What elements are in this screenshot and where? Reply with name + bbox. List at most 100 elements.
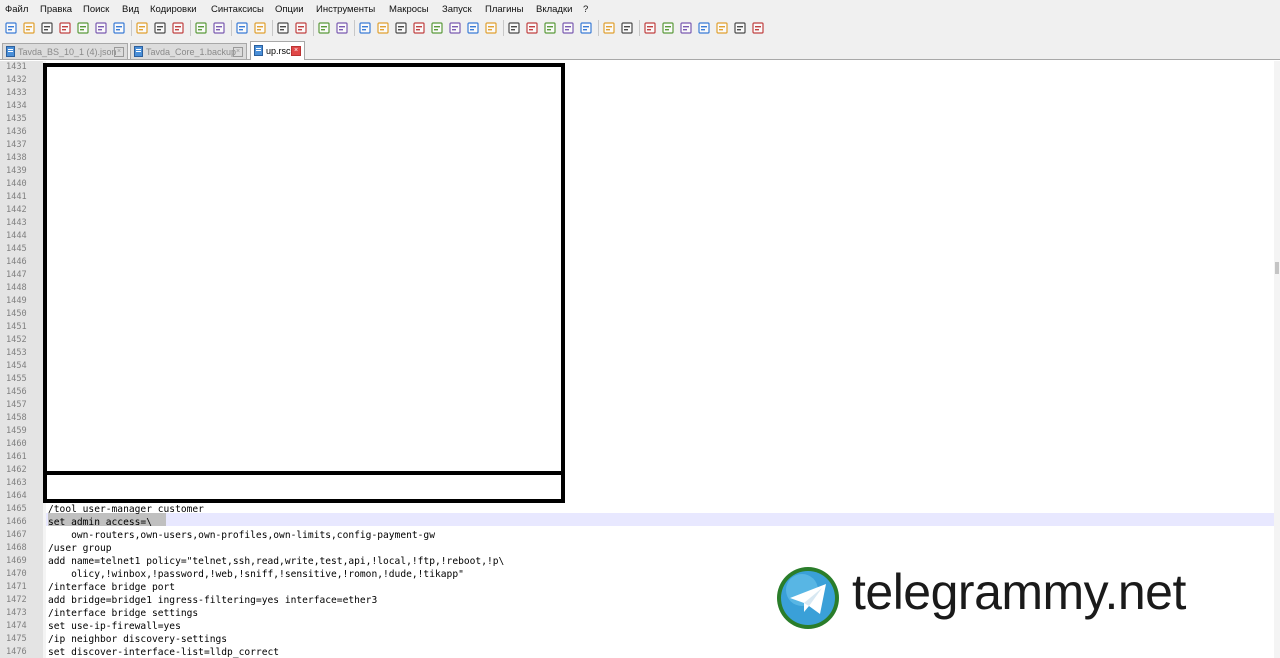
line-number: 1454 xyxy=(6,361,27,371)
code-line[interactable]: add bridge=bridge1 ingress-filtering=yes… xyxy=(48,594,377,607)
menu-item[interactable]: Вид xyxy=(122,4,139,15)
tab-close-icon[interactable]: × xyxy=(291,46,301,56)
plugin-icon[interactable] xyxy=(602,21,616,35)
code-line[interactable]: /interface bridge port xyxy=(48,581,175,594)
run-macro-multiple-icon[interactable] xyxy=(561,21,575,35)
code-line[interactable]: set discover-interface-list=lldp_correct xyxy=(48,646,279,658)
open-file-icon[interactable] xyxy=(22,21,36,35)
close-all-icon[interactable] xyxy=(94,21,108,35)
up-arrow-icon[interactable] xyxy=(697,21,711,35)
menu-item[interactable]: Поиск xyxy=(83,4,109,15)
tab-file[interactable]: Tavda_Core_1.backup × xyxy=(130,43,247,59)
play-macro-icon[interactable] xyxy=(543,21,557,35)
user-language-icon[interactable] xyxy=(412,21,426,35)
line-number: 1475 xyxy=(6,634,27,644)
stop-macro-icon[interactable] xyxy=(525,21,539,35)
menu-item[interactable]: Файл xyxy=(5,4,28,15)
current-line-highlight xyxy=(46,513,1274,526)
menu-item[interactable]: Синтаксисы xyxy=(211,4,264,15)
sync-vertical-icon[interactable] xyxy=(317,21,331,35)
menu-item[interactable]: Правка xyxy=(40,4,72,15)
code-line[interactable]: own-routers,own-users,own-profiles,own-l… xyxy=(48,529,435,542)
menu-item[interactable]: Макросы xyxy=(389,4,429,15)
line-number: 1460 xyxy=(6,439,27,449)
compare-icon[interactable] xyxy=(643,21,657,35)
prev-diff-icon[interactable] xyxy=(679,21,693,35)
print-icon[interactable] xyxy=(112,21,126,35)
line-number: 1465 xyxy=(6,504,27,514)
toolbar-separator xyxy=(131,20,132,36)
zoom-in-icon[interactable] xyxy=(276,21,290,35)
record-macro-icon[interactable] xyxy=(507,21,521,35)
panel-icon[interactable] xyxy=(751,21,765,35)
redo-icon[interactable] xyxy=(212,21,226,35)
doc-switcher-icon[interactable] xyxy=(620,21,634,35)
menu-item[interactable]: Опции xyxy=(275,4,304,15)
menu-item[interactable]: Кодировки xyxy=(150,4,197,15)
code-line[interactable]: /interface bridge settings xyxy=(48,607,198,620)
toolbar-separator xyxy=(190,20,191,36)
line-number: 1442 xyxy=(6,205,27,215)
line-number: 1468 xyxy=(6,543,27,553)
menu-item[interactable]: ? xyxy=(583,4,588,15)
tab-label: Tavda_Core_1.backup xyxy=(146,47,237,57)
code-line[interactable]: /tool user-manager customer xyxy=(48,503,204,516)
close-icon[interactable] xyxy=(76,21,90,35)
function-list-icon[interactable] xyxy=(448,21,462,35)
next-diff-icon[interactable] xyxy=(661,21,675,35)
line-number: 1438 xyxy=(6,153,27,163)
last-diff-icon[interactable] xyxy=(733,21,747,35)
code-line[interactable]: olicy,!winbox,!password,!web,!sniff,!sen… xyxy=(48,568,464,581)
vertical-scrollbar[interactable] xyxy=(1274,61,1280,658)
folder-workspace-icon[interactable] xyxy=(466,21,480,35)
menu-item[interactable]: Запуск xyxy=(442,4,472,15)
line-number: 1448 xyxy=(6,283,27,293)
code-line[interactable]: set admin access=\ xyxy=(48,516,152,529)
line-number: 1446 xyxy=(6,257,27,267)
code-line[interactable]: /ip neighbor discovery-settings xyxy=(48,633,227,646)
file-icon xyxy=(134,46,143,57)
copy-icon[interactable] xyxy=(153,21,167,35)
indent-guide-icon[interactable] xyxy=(394,21,408,35)
save-all-icon[interactable] xyxy=(58,21,72,35)
line-number: 1459 xyxy=(6,426,27,436)
scrollbar-thumb[interactable] xyxy=(1275,262,1279,274)
tab-label: up.rsc xyxy=(266,46,291,56)
tab-close-icon[interactable]: × xyxy=(114,47,124,57)
line-number: 1464 xyxy=(6,491,27,501)
line-number: 1451 xyxy=(6,322,27,332)
toolbar xyxy=(0,19,1280,40)
zoom-out-icon[interactable] xyxy=(294,21,308,35)
line-number: 1458 xyxy=(6,413,27,423)
tab-file-active[interactable]: up.rsc × xyxy=(250,41,305,60)
tab-file[interactable]: Tavda_BS_10_1 (4).json × xyxy=(2,43,128,59)
line-number: 1453 xyxy=(6,348,27,358)
replace-icon[interactable] xyxy=(253,21,267,35)
undo-icon[interactable] xyxy=(194,21,208,35)
line-number: 1444 xyxy=(6,231,27,241)
down-arrow-icon[interactable] xyxy=(715,21,729,35)
line-number: 1439 xyxy=(6,166,27,176)
save-icon[interactable] xyxy=(40,21,54,35)
show-all-chars-icon[interactable] xyxy=(376,21,390,35)
doc-map-icon[interactable] xyxy=(430,21,444,35)
save-macro-icon[interactable] xyxy=(579,21,593,35)
menu-item[interactable]: Вкладки xyxy=(536,4,572,15)
tab-close-icon[interactable]: × xyxy=(233,47,243,57)
new-file-icon[interactable] xyxy=(4,21,18,35)
sync-horizontal-icon[interactable] xyxy=(335,21,349,35)
toolbar-separator xyxy=(639,20,640,36)
word-wrap-icon[interactable] xyxy=(358,21,372,35)
code-line[interactable]: set use-ip-firewall=yes xyxy=(48,620,181,633)
code-line[interactable]: add name=telnet1 policy="telnet,ssh,read… xyxy=(48,555,504,568)
line-number: 1434 xyxy=(6,101,27,111)
code-line[interactable]: /user group xyxy=(48,542,112,555)
paste-icon[interactable] xyxy=(171,21,185,35)
menu-item[interactable]: Инструменты xyxy=(316,4,375,15)
cut-icon[interactable] xyxy=(135,21,149,35)
line-number: 1456 xyxy=(6,387,27,397)
menu-item[interactable]: Плагины xyxy=(485,4,524,15)
find-icon[interactable] xyxy=(235,21,249,35)
monitoring-icon[interactable] xyxy=(484,21,498,35)
line-number: 1445 xyxy=(6,244,27,254)
